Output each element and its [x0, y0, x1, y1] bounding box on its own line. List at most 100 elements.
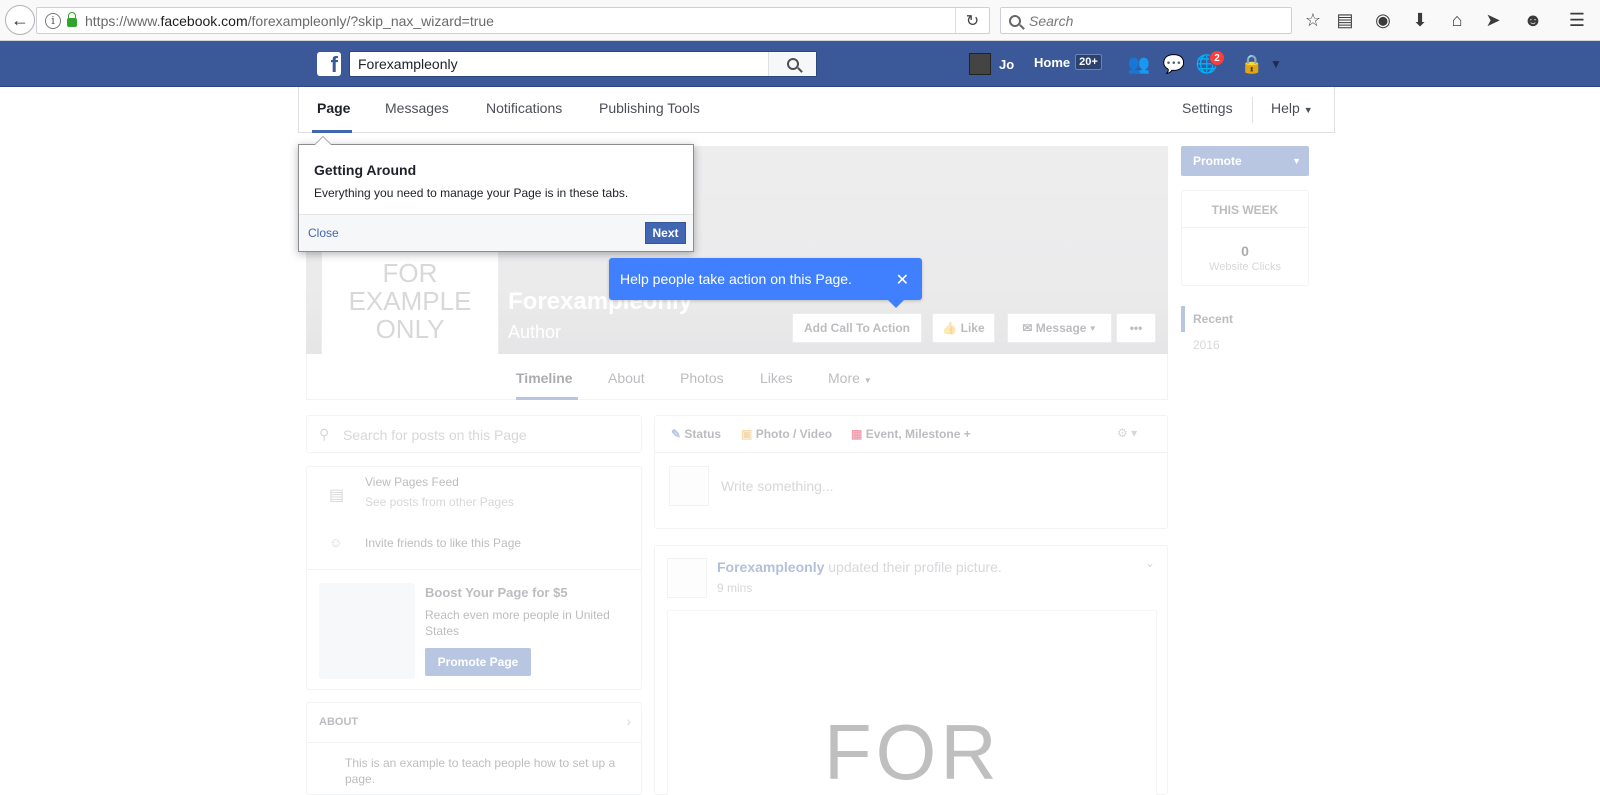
post-header: Forexampleonly updated their profile pic… [717, 559, 1002, 575]
event-milestone-tab[interactable]: ▦ Event, Milestone + [851, 427, 971, 441]
close-icon[interactable]: ✕ [896, 270, 909, 290]
view-pages-feed-link[interactable]: View Pages Feed [365, 475, 459, 489]
tab-photos[interactable]: Photos [680, 370, 724, 386]
facebook-search-input[interactable]: Forexampleonly [349, 51, 817, 77]
like-button[interactable]: 👍 Like [932, 313, 995, 343]
photo-icon: ▣ [741, 427, 753, 441]
composer-input[interactable]: Write something... [721, 478, 834, 494]
chevron-right-icon[interactable]: › [626, 713, 631, 729]
photo-video-tab[interactable]: ▣ Photo / Video [741, 427, 832, 441]
divider [1252, 97, 1253, 123]
chevron-down-icon: ▼ [863, 376, 872, 385]
user-name: Jo [999, 56, 1015, 72]
friend-requests-icon[interactable]: 👥 [1127, 53, 1151, 75]
download-icon[interactable]: ⬇ [1409, 9, 1431, 31]
tab-page[interactable]: Page [317, 100, 350, 116]
search-icon [1009, 14, 1021, 27]
chevron-down-icon: ▼ [1303, 105, 1313, 115]
profile-link[interactable]: Jo [969, 53, 1014, 75]
insights-panel: THIS WEEK 0 Website Clicks [1181, 190, 1309, 286]
add-call-to-action-button[interactable]: Add Call To Action [792, 313, 922, 343]
post-search-input[interactable]: ⚲ Search for posts on this Page [306, 415, 642, 453]
smiley-icon[interactable]: ☻ [1522, 9, 1544, 31]
feed-icon: ▤ [329, 487, 345, 504]
lock-icon [67, 12, 77, 27]
search-icon [786, 58, 799, 70]
message-icon: ✉ [1022, 321, 1036, 335]
post-author-link[interactable]: Forexampleonly [717, 559, 824, 575]
promote-page-button[interactable]: Promote Page [425, 648, 531, 676]
browser-search-input[interactable]: Search [1000, 7, 1292, 34]
search-placeholder: Search [1029, 12, 1074, 29]
home-count-badge: 20+ [1075, 54, 1102, 70]
home-link[interactable]: Home 20+ [1034, 54, 1102, 70]
pocket-icon[interactable]: ◉ [1372, 9, 1394, 31]
settings-gear-icon[interactable]: ⚙ ▾ [1117, 426, 1137, 440]
call-to-action-tooltip: Help people take action on this Page. ✕ [609, 258, 922, 308]
post-composer: ✎ Status ▣ Photo / Video ▦ Event, Milest… [654, 415, 1168, 529]
search-value[interactable]: Forexampleonly [350, 56, 768, 72]
avatar [669, 466, 709, 506]
facebook-logo-icon[interactable]: f [317, 52, 341, 76]
message-button[interactable]: ✉ Message ▼ [1007, 313, 1112, 343]
next-button[interactable]: Next [645, 222, 686, 244]
send-icon[interactable]: ➤ [1482, 9, 1504, 31]
popup-footer: Close Next [299, 214, 693, 251]
notification-count-badge: 2 [1209, 50, 1225, 66]
tab-help[interactable]: Help ▼ [1271, 100, 1313, 116]
tab-publishing-tools[interactable]: Publishing Tools [599, 100, 700, 116]
avatar [969, 53, 991, 75]
tab-likes[interactable]: Likes [760, 370, 793, 386]
calendar-icon: ▦ [851, 427, 863, 441]
post-timestamp[interactable]: 9 mins [717, 581, 752, 595]
search-icon: ⚲ [319, 426, 330, 442]
pencil-icon: ✎ [671, 427, 682, 441]
page-admin-tabs: Page Messages Notifications Publishing T… [298, 87, 1335, 133]
timeline-post: Forexampleonly updated their profile pic… [654, 545, 1168, 795]
more-options-button[interactable]: ••• [1116, 313, 1156, 343]
facebook-header: f Forexampleonly Jo Home 20+ 👥 💬 🌐 🔒 ▼ [0, 41, 1600, 87]
recent-indicator [1181, 306, 1185, 332]
about-panel: ABOUT › This is an example to teach peop… [306, 702, 642, 795]
about-text: This is an example to teach people how t… [345, 756, 616, 786]
tab-messages[interactable]: Messages [385, 100, 449, 116]
back-arrow-icon: ← [11, 9, 29, 30]
tab-notifications[interactable]: Notifications [486, 100, 562, 116]
menu-icon[interactable]: ☰ [1566, 9, 1588, 31]
post-image[interactable]: FOR [667, 610, 1157, 795]
active-tab-indicator [312, 130, 352, 133]
recent-link[interactable]: Recent [1193, 312, 1233, 326]
messages-icon[interactable]: 💬 [1162, 53, 1186, 75]
search-button[interactable] [768, 52, 816, 76]
popup-body: Everything you need to manage your Page … [314, 186, 629, 200]
tab-settings[interactable]: Settings [1182, 100, 1233, 116]
home-icon[interactable]: ⌂ [1446, 9, 1468, 31]
bookmark-star-icon[interactable]: ☆ [1302, 9, 1324, 31]
website-clicks-value: 0 [1241, 243, 1249, 259]
url-text[interactable]: https://www.facebook.com/forexampleonly/… [85, 13, 494, 29]
year-link[interactable]: 2016 [1193, 338, 1220, 352]
address-bar[interactable]: i https://www.facebook.com/forexampleonl… [36, 7, 990, 34]
tooltip-text: Help people take action on this Page. [620, 271, 852, 287]
page-category: Author [508, 322, 562, 342]
chevron-down-icon[interactable]: ⌄ [1145, 556, 1155, 570]
reading-list-icon[interactable]: ▤ [1334, 9, 1356, 31]
reload-icon[interactable]: ↻ [955, 8, 989, 33]
status-tab[interactable]: ✎ Status [671, 427, 721, 441]
chevron-down-icon: ▼ [1292, 156, 1301, 166]
tab-timeline[interactable]: Timeline [516, 370, 573, 386]
tab-about[interactable]: About [608, 370, 645, 386]
close-link[interactable]: Close [308, 226, 339, 240]
invite-friends-link[interactable]: Invite friends to like this Page [365, 536, 521, 550]
tab-more[interactable]: More ▼ [828, 370, 872, 386]
promote-button[interactable]: Promote ▼ [1181, 146, 1309, 176]
home-label: Home [1034, 54, 1071, 70]
left-actions-panel: ▤ View Pages Feed See posts from other P… [306, 466, 642, 690]
back-button[interactable]: ← [5, 5, 35, 35]
privacy-lock-icon[interactable]: 🔒 [1240, 53, 1264, 75]
getting-around-popup: Getting Around Everything you need to ma… [298, 136, 694, 252]
info-icon[interactable]: i [45, 12, 61, 29]
account-menu-chevron-icon[interactable]: ▼ [1264, 53, 1288, 75]
thumbs-up-icon: 👍 [942, 321, 961, 335]
chevron-down-icon: ▼ [1086, 323, 1097, 333]
